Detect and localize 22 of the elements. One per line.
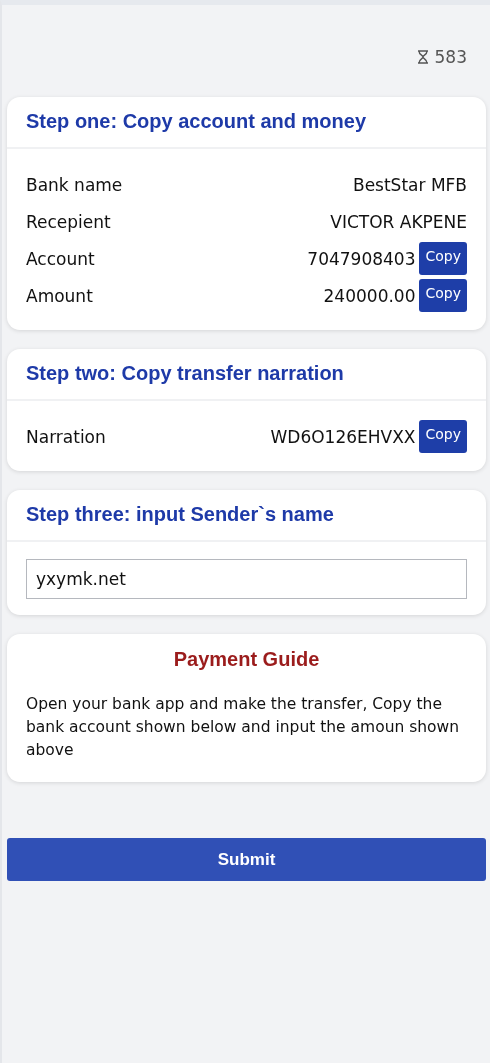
field-label: Account xyxy=(26,248,95,269)
copy-button[interactable]: Copy xyxy=(419,242,467,275)
field-value: VICTOR AKPENE xyxy=(330,211,467,232)
hourglass-icon xyxy=(416,50,429,64)
field-value: 240000.00 xyxy=(323,285,416,306)
field-label: Bank name xyxy=(26,174,123,195)
step-title: Step one: Copy account and money xyxy=(7,97,486,149)
field-label: Recepient xyxy=(26,211,111,232)
name-input-field[interactable]: yxymk.net xyxy=(26,559,467,599)
field-value: BestStar MFB xyxy=(352,174,467,195)
field-label: Amount xyxy=(26,285,93,306)
step-title: Step two: Copy transfer narration xyxy=(7,349,486,401)
step-title: Step three: input Sender`s name xyxy=(7,490,486,542)
guide-text: Open your bank app and make the transfer, Copy the bank account shown below and input the amoun shown above xyxy=(26,694,461,761)
field-value: WD6O126EHVXX xyxy=(270,426,416,447)
submit-button[interactable]: Submit xyxy=(7,838,486,881)
copy-button[interactable]: Copy xyxy=(419,279,467,312)
copy-button[interactable]: Copy xyxy=(419,420,467,453)
guide-title: Payment Guide xyxy=(172,648,321,671)
field-value: 7047908403 xyxy=(307,248,416,269)
field-label: Narration xyxy=(26,426,106,447)
countdown-timer: 583 xyxy=(434,47,467,67)
